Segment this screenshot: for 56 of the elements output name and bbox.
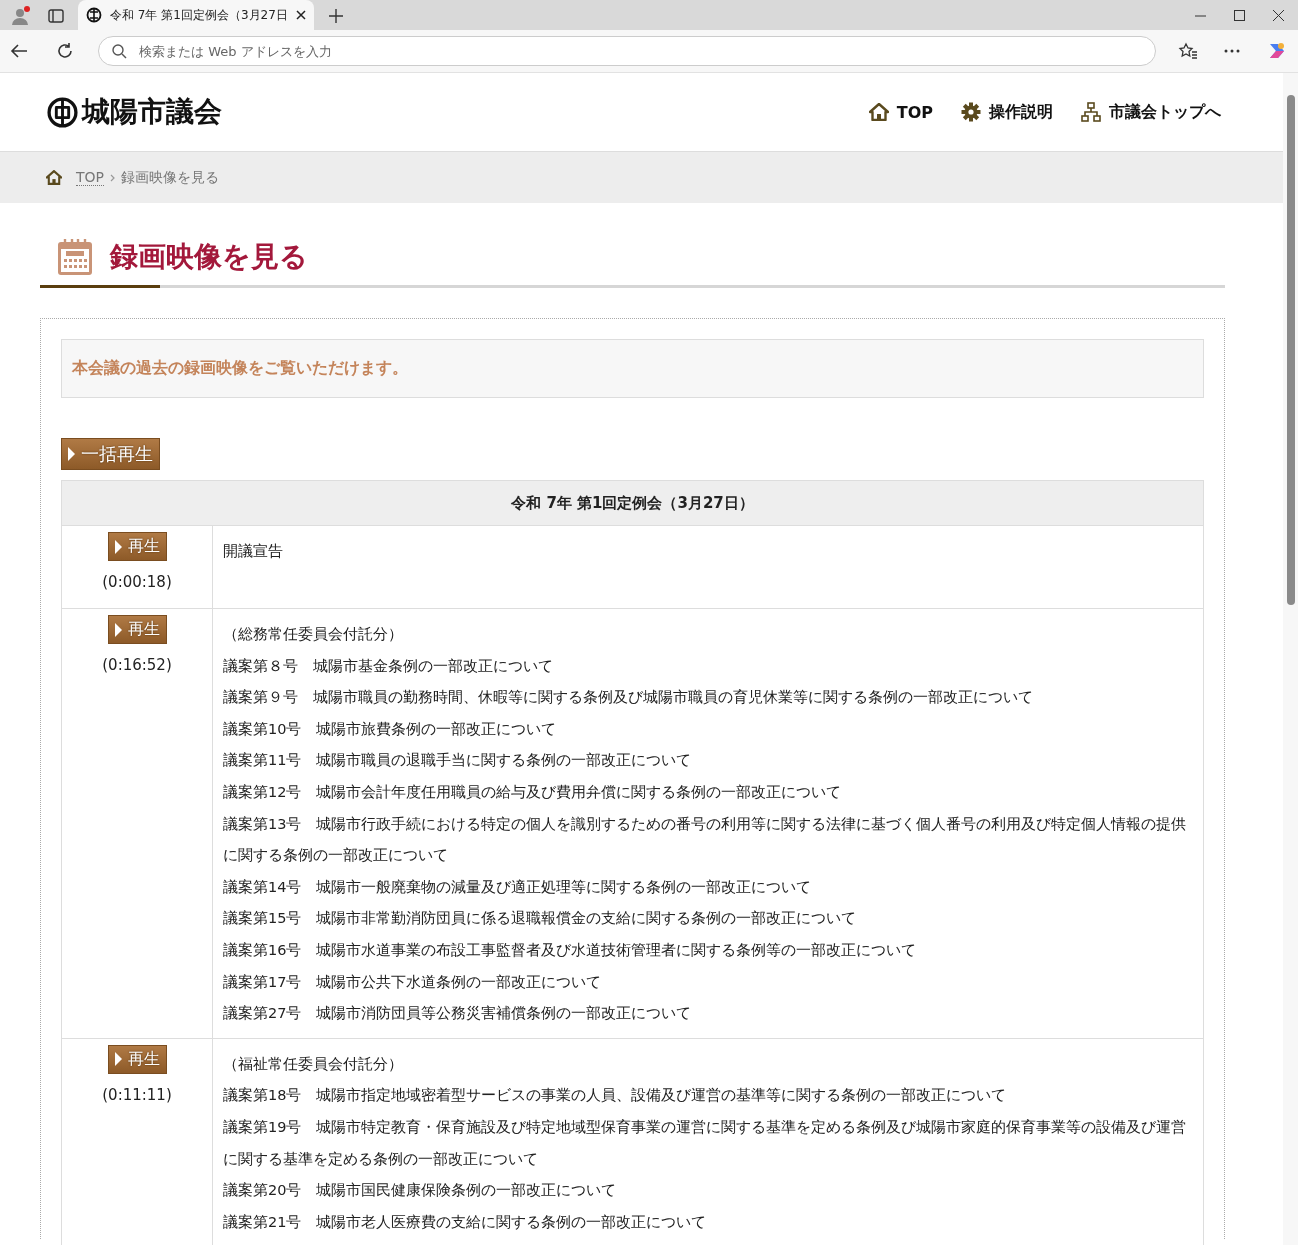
nav-link[interactable]: TOP [868, 101, 933, 123]
maximize-icon[interactable] [1234, 9, 1245, 21]
play-button[interactable]: 再生 [107, 532, 167, 561]
close-icon[interactable] [296, 10, 306, 20]
play-all-button[interactable]: 一括再生 [61, 438, 160, 470]
refresh-icon[interactable] [56, 42, 74, 60]
more-icon[interactable] [1224, 49, 1240, 53]
nav-link[interactable]: 操作説明 [961, 101, 1053, 123]
back-icon[interactable] [10, 43, 28, 59]
duration-text: (0:11:11) [101, 1085, 173, 1104]
browser-tab[interactable]: 令和 7年 第1回定例会（3月27日 [78, 0, 314, 30]
play-icon [114, 539, 122, 554]
breadcrumb-current: 録画映像を見る [121, 168, 219, 187]
agenda-item: 議案第15号 城陽市非常勤消防団員に係る退職報償金の支給に関する条例の一部改正について [223, 909, 858, 929]
session-title: 令和 7年 第1回定例会（3月27日） [61, 480, 1204, 526]
agenda-item: 議案第12号 城陽市会計年度任用職員の給与及び費用弁償に関する条例の一部改正について [223, 782, 843, 802]
agenda-item: 議案第27号 城陽市消防団員等公務災害補償条例の一部改正について [223, 1004, 693, 1024]
play-icon [114, 622, 122, 637]
sitemap-icon [1081, 102, 1101, 122]
agenda-item: （総務常任委員会付託分） [223, 625, 404, 644]
play-icon [114, 1052, 122, 1067]
agenda-item: 議案第19号 城陽市特定教育・保育施設及び特定地域型保育事業の運営に関する基準を定める条例及び城陽市家庭的保育事業等の設備及び運営に関する基準を定める条例の一部改正について [223, 1117, 1188, 1169]
intro-text: 本会議の過去の録画映像をご覧いただけます。 [61, 339, 1204, 398]
close-icon[interactable] [1273, 9, 1284, 21]
page-heading: 録画映像を見る [110, 239, 308, 275]
nav-link[interactable]: 市議会トップへ [1081, 101, 1221, 123]
site-emblem-icon [86, 7, 102, 23]
play-icon [68, 447, 75, 461]
agenda-item: 議案第17号 城陽市公共下水道条例の一部改正について [223, 972, 603, 992]
favorites-icon[interactable] [1178, 42, 1198, 60]
address-field[interactable]: 検索または Web アドレスを入力 [98, 36, 1156, 66]
agenda-item: 議案第21号 城陽市老人医療費の支給に関する条例の一部改正について [223, 1212, 708, 1232]
agenda-item: 議案第10号 城陽市旅費条例の一部改正について [223, 719, 558, 739]
home-icon [868, 103, 889, 121]
tab-title: 令和 7年 第1回定例会（3月27日 [110, 6, 288, 24]
duration-text: (0:00:18) [101, 573, 173, 591]
separator-icon [110, 173, 115, 182]
agenda-item: 議案第９号 城陽市職員の勤務時間、休暇等に関する条例及び城陽市職員の育児休業等に関する条例の一部改正について [223, 688, 1034, 708]
agenda-item: 議案第13号 城陽市行政手続における特定の個人を識別するための番号の利用等に関する法律に基づく個人番号の利用及び特定個人情報の提供に関する条例の一部改正について [223, 814, 1188, 866]
settings-icon [961, 102, 981, 122]
agenda-item: 議案第14号 城陽市一般廃棄物の減量及び適正処理等に関する条例の一部改正について [223, 877, 813, 897]
duration-text: (0:16:52) [101, 656, 173, 674]
agenda-item: 議案第20号 城陽市国民健康保険条例の一部改正について [223, 1181, 618, 1201]
site-logo[interactable]: 城陽市議会 [82, 93, 222, 131]
agenda-item: 議案第８号 城陽市基金条例の一部改正について [223, 656, 554, 676]
agenda-item: 議案第11号 城陽市職員の退職手当に関する条例の一部改正について [223, 751, 693, 771]
agenda-item: 開議宣告 [223, 542, 284, 561]
agenda-item: （福祉常任委員会付託分） [223, 1054, 404, 1074]
calendar-icon [56, 237, 94, 277]
agenda-item: 議案第16号 城陽市水道事業の布設工事監督者及び水道技術管理者に関する条例等の一部改正について [223, 940, 918, 960]
home-icon [46, 170, 62, 185]
breadcrumb-link[interactable]: TOP [76, 169, 104, 186]
emblem-icon [46, 95, 79, 129]
play-button[interactable]: 再生 [107, 1044, 167, 1074]
play-button[interactable]: 再生 [107, 615, 167, 644]
agenda-item: 議案第18号 城陽市指定地域密着型サービスの事業の人員、設備及び運営の基準等に関する条例の一部改正について [223, 1086, 1008, 1106]
